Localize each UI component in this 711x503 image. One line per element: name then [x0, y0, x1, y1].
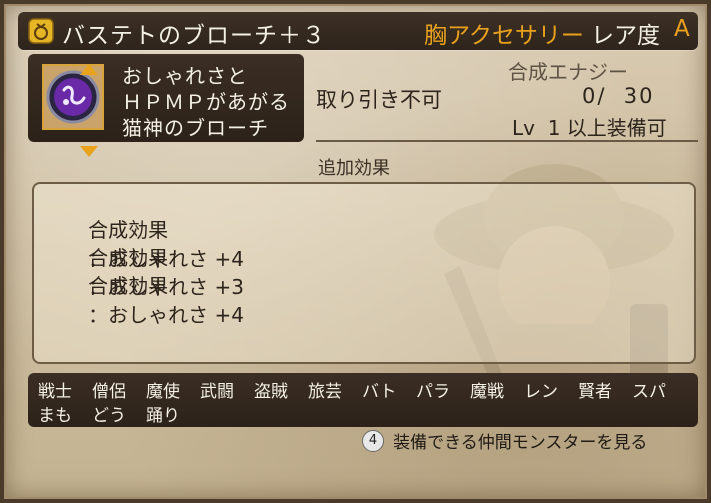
job-label: 武闘 [200, 382, 234, 402]
job-label: スパ [632, 382, 666, 402]
item-description-line-3: 猫神のブローチ [122, 116, 269, 140]
job-label: パラ [416, 382, 450, 402]
effect-row: 合成効果 ：おしゃれさ +4 [50, 190, 244, 271]
job-label: 僧侶 [92, 382, 126, 402]
energy-value: 0/ 30 [582, 84, 655, 108]
view-monsters-action[interactable]: 4 装備できる仲間モンスターを見る [362, 428, 647, 456]
rarity-value: A [674, 16, 690, 42]
job-label: 魔戦 [470, 382, 504, 402]
arrow-up-icon[interactable] [80, 64, 98, 75]
job-label: バト [362, 382, 397, 402]
item-description-line-2: ＨＰＭＰがあがる [122, 90, 290, 114]
job-label: 踊り [146, 406, 180, 426]
effects-panel: 合成効果 ：おしゃれさ +4 合成効果 ：おしゃれさ +3 合成効果 ：おしゃれ… [32, 182, 696, 364]
job-label: 盗賊 [254, 382, 288, 402]
job-label: 戦士 [38, 382, 72, 402]
job-label: 魔使 [146, 382, 180, 402]
effect-row: 合成効果 ：おしゃれさ +3 [50, 218, 244, 299]
bastet-brooch-icon [46, 70, 100, 124]
effect-row: 合成効果 ：おしゃれさ +4 [50, 246, 244, 327]
item-category: 胸アクセサリー [424, 23, 584, 49]
item-description-line-1: おしゃれさと [122, 64, 248, 88]
effect-label: 合成効果 [88, 274, 169, 298]
arrow-down-icon[interactable] [80, 146, 98, 157]
title-bar: バステトのブローチ＋３ 胸アクセサリー レア度 A [18, 12, 698, 50]
button-4-icon[interactable]: 4 [362, 429, 384, 452]
equippable-jobs-panel: 戦士 僧侶 魔使 武闘 盗賊 旅芸 バト パラ 魔戦 レン 賢者 スパ まも ど… [28, 373, 698, 427]
item-icon-frame[interactable] [42, 64, 104, 157]
item-detail-window: バステトのブローチ＋３ 胸アクセサリー レア度 A おしゃれさと ＨＰＭＰがあが… [0, 0, 711, 503]
job-label: 賢者 [578, 382, 612, 402]
item-name: バステトのブローチ＋３ [62, 23, 326, 49]
job-label: レン [524, 382, 558, 402]
rarity-label: レア度 [591, 23, 660, 49]
job-label: どう [92, 406, 126, 426]
job-label: まも [38, 406, 72, 426]
divider [316, 140, 698, 142]
energy-label: 合成エナジー [508, 60, 628, 84]
item-summary-box: おしゃれさと ＨＰＭＰがあがる 猫神のブローチ [28, 54, 304, 157]
accessory-icon [28, 18, 54, 44]
level-requirement: Lv 1 以上装備可 [512, 116, 667, 140]
view-monsters-label[interactable]: 装備できる仲間モンスターを見る [393, 433, 647, 453]
effect-value: ：おしゃれさ +4 [88, 303, 244, 327]
trade-status: 取り引き不可 [316, 88, 442, 112]
job-label: 旅芸 [308, 382, 342, 402]
effects-header: 追加効果 [318, 158, 390, 179]
